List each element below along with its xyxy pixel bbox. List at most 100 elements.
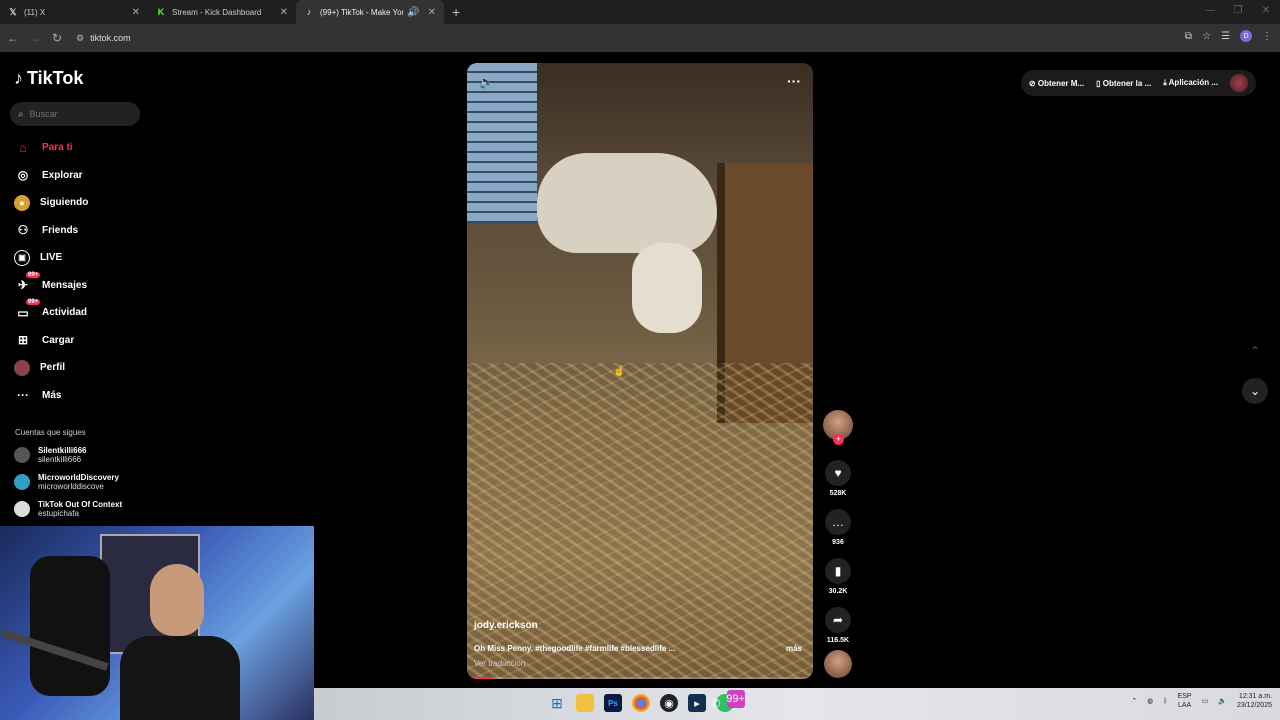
back-button[interactable]: ← <box>2 31 24 45</box>
install-app-icon[interactable]: ⧉ <box>1185 31 1192 42</box>
speaker-icon[interactable]: 🔈 <box>1218 697 1227 705</box>
tab-tiktok[interactable]: ♪ (99+) TikTok - Make Your Day 🔊 ✕ <box>296 0 444 24</box>
sidebar-item-label: LIVE <box>40 252 63 264</box>
terminal-icon[interactable]: ▸ <box>688 694 706 712</box>
see-translation-link[interactable]: Ver traducción <box>474 659 525 668</box>
like-button[interactable]: ♥ <box>825 460 851 486</box>
get-app-button[interactable]: ▯ Obtener la ... <box>1096 79 1151 88</box>
tab-kick[interactable]: K Stream - Kick Dashboard ✕ <box>148 0 296 24</box>
whatsapp-badge: 99+ <box>726 690 745 708</box>
barn-window <box>467 63 537 223</box>
sound-avatar[interactable] <box>824 650 852 678</box>
sidebar-item-label: Siguiendo <box>40 197 89 209</box>
close-window-button[interactable]: ✕ <box>1252 0 1280 24</box>
photoshop-icon[interactable]: Ps <box>604 694 622 712</box>
sidebar-item-live[interactable]: ▣ LIVE <box>12 244 162 272</box>
tab-search-icon[interactable]: ☰ <box>1221 31 1230 42</box>
windows-start-icon[interactable]: ⊞ <box>548 694 566 712</box>
close-tab-icon[interactable]: ✕ <box>132 7 140 18</box>
messages-badge: 99+ <box>26 271 41 278</box>
sidebar-item-para-ti[interactable]: ⌂ Para ti <box>12 134 162 162</box>
video-author[interactable]: jody.erickson <box>474 620 538 631</box>
get-coins-button[interactable]: ⊘ Obtener M... <box>1029 79 1084 88</box>
sidebar-item-cargar[interactable]: ⊞ Cargar <box>12 327 162 355</box>
search-input[interactable] <box>29 109 126 119</box>
language-indicator[interactable]: ESP LAA <box>1178 692 1192 710</box>
top-actions: ⊘ Obtener M... ▯ Obtener la ... ⤓ Aplica… <box>1020 70 1256 96</box>
comment-count: 936 <box>832 539 844 546</box>
bookmark-star-icon[interactable]: ☆ <box>1202 31 1211 42</box>
file-explorer-icon[interactable] <box>576 694 594 712</box>
video-progress-bar[interactable] <box>471 677 809 679</box>
chrome-icon[interactable] <box>632 694 650 712</box>
profile-avatar[interactable]: D <box>1240 30 1252 42</box>
mouse-cursor-icon: ☝ <box>613 366 626 377</box>
tiktok-logo[interactable]: ♪ TikTok <box>14 68 83 89</box>
following-account[interactable]: Silentkilli666 silentkilli666 <box>14 446 86 464</box>
kick-logo-icon: K <box>157 7 165 17</box>
webcam-overlay <box>0 526 314 720</box>
forward-button[interactable]: → <box>24 31 46 45</box>
sidebar-item-mas[interactable]: ··· Más <box>12 382 162 410</box>
heart-icon: ♥ <box>834 466 842 480</box>
previous-video-button[interactable]: ⌃ <box>1242 338 1268 364</box>
minimize-button[interactable]: — <box>1196 0 1224 24</box>
share-count: 116.5K <box>826 637 850 644</box>
sidebar-item-mensajes[interactable]: ✈ 99+ Mensajes <box>12 271 162 300</box>
more-description-link[interactable]: más <box>786 644 802 653</box>
share-button[interactable]: ➦ <box>825 607 851 633</box>
chevron-up-icon: ⌃ <box>1249 344 1261 358</box>
friends-icon: ⚇ <box>17 223 29 238</box>
maximize-button[interactable]: ❐ <box>1224 0 1252 24</box>
bluetooth-icon[interactable]: ᛒ <box>1163 698 1167 705</box>
sidebar-item-actividad[interactable]: ▭ 99+ Actividad <box>12 299 162 327</box>
profile-icon <box>14 359 30 376</box>
comment-button[interactable]: … <box>825 509 851 535</box>
more-options-icon[interactable]: ··· <box>787 73 801 89</box>
tab-title: (11) X <box>24 7 46 17</box>
close-tab-icon[interactable]: ✕ <box>280 7 288 18</box>
monitor-icon[interactable]: ▭ <box>1202 697 1209 705</box>
sidebar-item-friends[interactable]: ⚇ Friends <box>12 217 162 245</box>
next-video-button[interactable]: ⌄ <box>1242 378 1268 404</box>
browser-tab-bar: 𝕏 (11) X ✕ K Stream - Kick Dashboard ✕ ♪… <box>0 0 1280 24</box>
browser-menu-icon[interactable]: ⋮ <box>1262 31 1272 42</box>
url-field[interactable]: ⚙ tiktok.com <box>76 33 131 44</box>
live-icon: ▣ <box>14 249 30 266</box>
obs-icon[interactable]: ◉ <box>660 694 678 712</box>
whatsapp-icon[interactable]: ✆ 99+ <box>711 690 745 712</box>
tab-x[interactable]: 𝕏 (11) X ✕ <box>0 0 148 24</box>
account-name: TikTok Out Of Context <box>38 500 123 509</box>
taskbar-apps: ⊞ Ps ◉ ▸ ✆ 99+ <box>548 690 745 712</box>
more-icon: ··· <box>17 388 29 403</box>
following-account[interactable]: MicroworldDiscovery microworlddiscove <box>14 473 119 491</box>
save-button[interactable]: ▮ <box>825 558 851 584</box>
account-handle: estupichafa <box>38 509 79 518</box>
close-tab-icon[interactable]: ✕ <box>428 7 436 18</box>
sidebar-item-siguiendo[interactable]: ● Siguiendo <box>12 189 162 217</box>
audio-icon[interactable]: 🔊 <box>407 7 419 18</box>
volume-icon[interactable]: 🔈 <box>479 75 494 89</box>
progress-fill <box>471 677 492 679</box>
home-icon: ⌂ <box>19 140 27 155</box>
sidebar-item-perfil[interactable]: Perfil <box>12 354 162 382</box>
network-app-icon[interactable]: ◍ <box>1147 697 1153 705</box>
activity-icon: ▭ <box>17 305 29 320</box>
new-tab-button[interactable]: + <box>452 4 460 20</box>
user-avatar[interactable] <box>1230 74 1248 92</box>
share-icon: ➦ <box>832 613 844 627</box>
sidebar-item-label: Cargar <box>42 334 75 346</box>
site-settings-icon[interactable]: ⚙ <box>76 33 84 44</box>
creator-avatar[interactable]: + <box>823 410 853 445</box>
search-box[interactable]: ⌕ <box>10 102 140 126</box>
video-player[interactable]: 🔈 ··· jody.erickson Oh Miss Penny. #theg… <box>467 63 813 679</box>
tray-overflow-icon[interactable]: ⌃ <box>1131 697 1137 705</box>
following-icon: ● <box>14 194 30 211</box>
follow-plus-icon[interactable]: + <box>833 434 844 445</box>
sidebar-item-explorar[interactable]: ◎ Explorar <box>12 162 162 190</box>
desktop-app-button[interactable]: ⤓ Aplicación ... <box>1163 78 1218 88</box>
tiktok-note-icon: ♪ <box>14 68 23 88</box>
following-account[interactable]: TikTok Out Of Context estupichafa <box>14 500 122 518</box>
system-clock[interactable]: 12:31 a.m. 23/12/2025 <box>1237 692 1272 710</box>
reload-button[interactable]: ↻ <box>46 31 68 45</box>
